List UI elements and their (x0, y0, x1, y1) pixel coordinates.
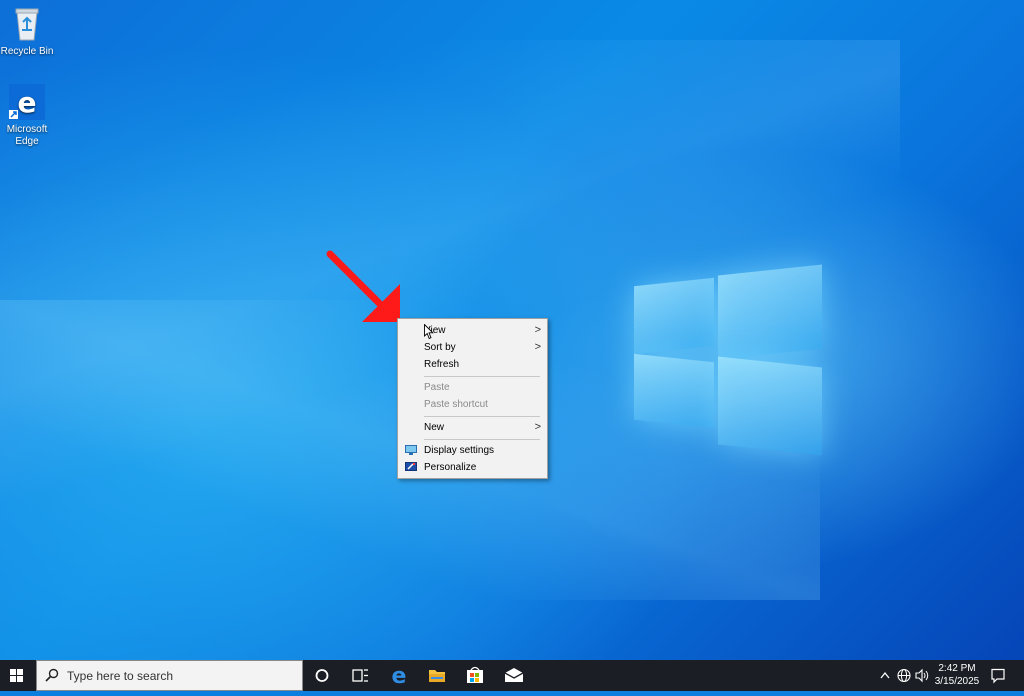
taskbar-store-button[interactable] (456, 660, 494, 691)
volume-button[interactable] (913, 660, 931, 691)
taskbar-clock[interactable]: 2:42 PM 3/15/2025 (931, 662, 983, 688)
menu-item-paste-shortcut: Paste shortcut (398, 396, 547, 413)
desktop-background[interactable]: Recycle Bin e Microsoft Edge View > Sort… (0, 0, 1024, 660)
mail-icon (504, 668, 524, 682)
menu-item-label: Display settings (424, 445, 495, 456)
network-button[interactable] (895, 660, 913, 691)
start-button[interactable] (0, 660, 34, 691)
svg-text:e: e (18, 86, 37, 119)
chevron-right-icon: > (534, 324, 541, 336)
task-view-icon (352, 669, 368, 682)
clock-date: 3/15/2025 (934, 676, 980, 687)
action-center-button[interactable] (986, 660, 1010, 691)
menu-item-new[interactable]: New > (398, 419, 547, 436)
desktop-context-menu: View > Sort by > Refresh Paste Paste sho… (397, 318, 548, 479)
menu-item-personalize[interactable]: Personalize (398, 459, 547, 476)
menu-item-display-settings[interactable]: Display settings (398, 442, 547, 459)
edge-icon: e (392, 664, 407, 689)
taskbar: Type here to search e 2:42 PM 3/15/2025 (0, 660, 1024, 691)
desktop-icon-label: Recycle Bin (0, 46, 54, 57)
taskbar-search-box[interactable]: Type here to search (36, 660, 303, 691)
chevron-up-icon (880, 671, 890, 679)
menu-item-view[interactable]: View > (398, 322, 547, 339)
search-placeholder: Type here to search (67, 669, 174, 683)
recycle-bin-icon (7, 4, 47, 44)
menu-separator (424, 376, 540, 377)
windows-start-icon (10, 669, 23, 682)
windows-logo-wallpaper (634, 262, 822, 456)
svg-text:e: e (392, 664, 407, 689)
task-view-button[interactable] (341, 660, 379, 691)
menu-item-label: New (424, 422, 445, 433)
mouse-cursor-icon (424, 324, 434, 340)
menu-separator (424, 439, 540, 440)
display-settings-icon (405, 445, 417, 456)
file-explorer-icon (429, 670, 445, 682)
taskbar-mail-button[interactable] (495, 660, 533, 691)
chevron-right-icon: > (534, 421, 541, 433)
cortana-icon (315, 669, 329, 682)
desktop-icon-label: Microsoft Edge (6, 124, 48, 147)
show-hidden-icons-button[interactable] (876, 660, 894, 691)
menu-item-refresh[interactable]: Refresh (398, 356, 547, 373)
menu-item-label: Paste (424, 382, 450, 393)
menu-item-label: Paste shortcut (424, 399, 488, 410)
search-icon (45, 668, 59, 682)
taskbar-edge-button[interactable]: e (380, 660, 418, 691)
menu-item-paste: Paste (398, 379, 547, 396)
desktop-icon-microsoft-edge[interactable]: e Microsoft Edge (0, 82, 56, 148)
menu-item-label: Sort by (424, 342, 456, 353)
volume-icon (915, 668, 929, 683)
taskbar-file-explorer-button[interactable] (418, 660, 456, 691)
menu-separator (424, 416, 540, 417)
network-globe-icon (897, 668, 911, 683)
menu-item-label: Personalize (424, 462, 477, 473)
chevron-right-icon: > (534, 341, 541, 353)
notification-icon (991, 668, 1005, 684)
store-icon (467, 666, 483, 683)
edge-icon: e (7, 82, 47, 122)
clock-time: 2:42 PM (938, 663, 976, 674)
desktop-icon-recycle-bin[interactable]: Recycle Bin (0, 4, 56, 58)
menu-item-sort-by[interactable]: Sort by > (398, 339, 547, 356)
personalize-icon (405, 462, 417, 473)
cortana-button[interactable] (303, 660, 341, 691)
red-arrow-annotation (326, 250, 400, 322)
menu-item-label: Refresh (424, 359, 460, 370)
